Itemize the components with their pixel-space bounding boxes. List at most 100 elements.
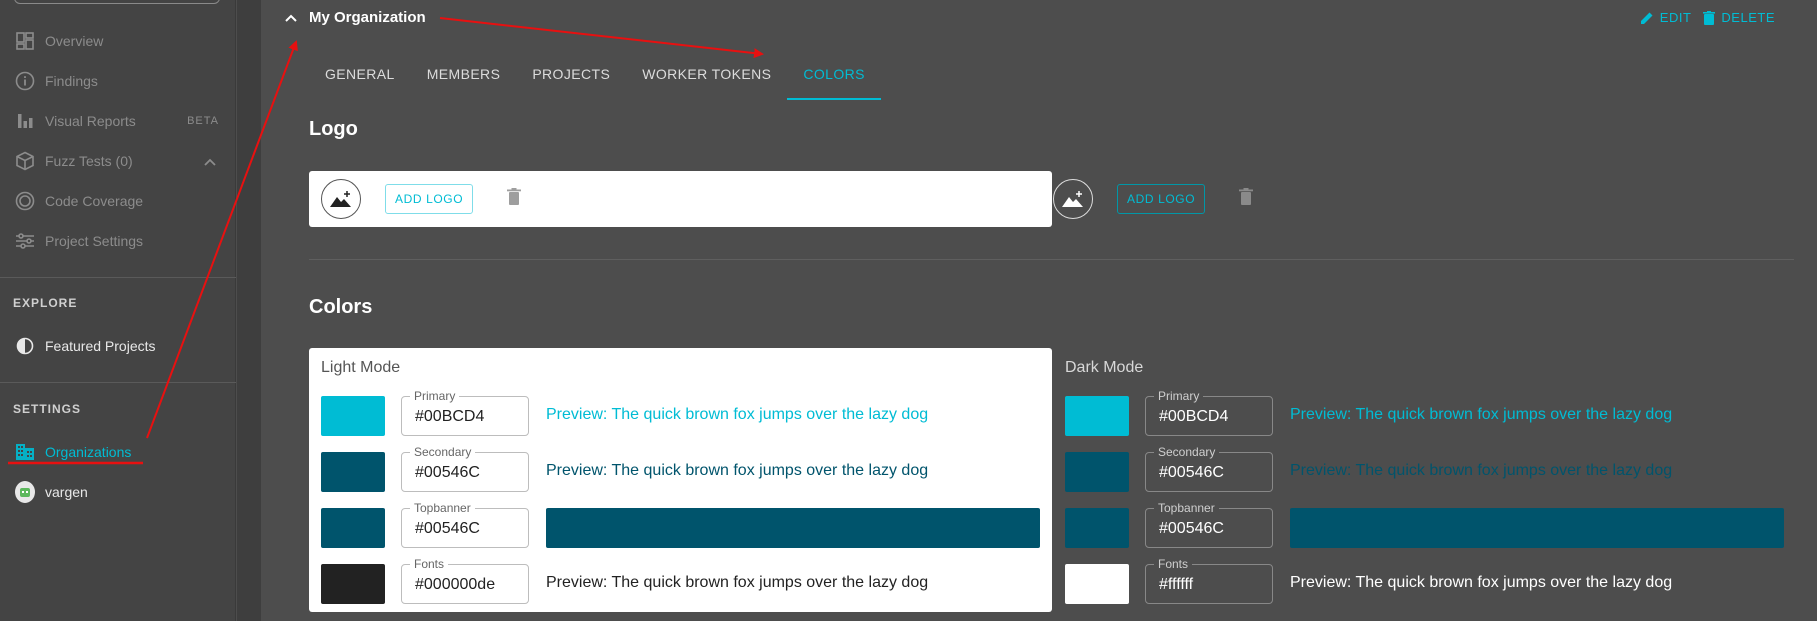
delete-button[interactable]: DELETE [1703, 10, 1775, 25]
color-field-fonts[interactable]: Fonts #ffffff [1145, 557, 1273, 604]
sidebar-item-project-settings[interactable]: Project Settings [0, 221, 236, 261]
color-field-secondary[interactable]: Secondary #00546C [401, 445, 529, 492]
sidebar-item-findings[interactable]: Findings [0, 61, 236, 101]
color-swatch[interactable] [1065, 452, 1129, 492]
color-swatch[interactable] [1065, 508, 1129, 548]
color-preview: Preview: The quick brown fox jumps over … [1290, 462, 1673, 479]
color-swatch[interactable] [1065, 564, 1129, 604]
coverage-icon [15, 191, 35, 211]
sidebar-project-selector[interactable] [14, 0, 220, 4]
add-photo-icon [1062, 191, 1083, 207]
pencil-icon [1640, 12, 1653, 24]
color-row-fonts: Fonts #000000de Preview: The quick brown… [321, 557, 1041, 604]
section-divider [309, 259, 1794, 260]
edit-button[interactable]: EDIT [1640, 10, 1692, 25]
color-swatch[interactable] [321, 508, 385, 548]
color-preview: Preview: The quick brown fox jumps over … [546, 574, 929, 591]
color-row-secondary: Secondary #00546C Preview: The quick bro… [1065, 445, 1785, 492]
light-mode-title: Light Mode [321, 359, 401, 376]
color-field-fonts[interactable]: Fonts #000000de [401, 557, 529, 604]
tab-colors[interactable]: COLORS [787, 58, 881, 100]
color-row-primary: Primary #00BCD4 Preview: The quick brown… [321, 389, 1041, 436]
bar-chart-icon [15, 111, 35, 131]
add-photo-icon [330, 191, 351, 207]
field-label: Topbanner [410, 501, 475, 515]
add-logo-button[interactable]: ADD LOGO [385, 184, 474, 214]
field-value: #00546C [415, 464, 480, 481]
dark-mode-panel: Dark Mode Primary #00BCD4 Preview: The q… [1053, 348, 1796, 612]
sidebar-item-featured-projects[interactable]: Featured Projects [0, 326, 236, 366]
add-logo-button[interactable]: ADD LOGO [1117, 184, 1206, 214]
color-preview: Preview: The quick brown fox jumps over … [1290, 406, 1673, 423]
colors-heading: Colors [309, 296, 373, 318]
color-row-fonts: Fonts #ffffff Preview: The quick brown f… [1065, 557, 1785, 604]
field-value: #000000de [415, 576, 496, 593]
sidebar-item-user[interactable]: vargen [0, 472, 236, 512]
sidebar-item-code-coverage[interactable]: Code Coverage [0, 181, 236, 221]
light-mode-panel: Light Mode Primary #00BCD4 Preview: The … [309, 348, 1052, 612]
trash-icon[interactable] [1239, 187, 1254, 211]
tab-worker-tokens[interactable]: WORKER TOKENS [626, 58, 787, 100]
color-swatch[interactable] [321, 564, 385, 604]
trash-icon[interactable] [507, 187, 522, 211]
org-header[interactable]: My Organization [285, 9, 426, 26]
color-field-primary[interactable]: Primary #00BCD4 [1145, 389, 1273, 436]
main-content: My Organization EDIT DELETE GENERAL MEMB… [261, 0, 1817, 621]
color-swatch[interactable] [321, 396, 385, 436]
color-field-secondary[interactable]: Secondary #00546C [1145, 445, 1273, 492]
logo-placeholder[interactable] [321, 179, 361, 219]
chevron-up-icon[interactable] [204, 153, 216, 169]
contrast-icon [15, 336, 35, 356]
sidebar-item-label: Project Settings [45, 233, 144, 249]
dashboard-icon [15, 31, 35, 51]
field-label: Secondary [410, 445, 476, 459]
color-field-primary[interactable]: Primary #00BCD4 [401, 389, 529, 436]
sidebar-item-label: Featured Projects [45, 338, 156, 354]
org-name: My Organization [309, 9, 426, 26]
avatar-wrapper [15, 481, 35, 503]
color-swatch[interactable] [1065, 396, 1129, 436]
color-field-topbanner[interactable]: Topbanner #00546C [401, 501, 529, 548]
logo-panel-dark: ADD LOGO [1053, 171, 1653, 227]
field-label: Fonts [1154, 557, 1193, 571]
field-value: #00546C [1159, 464, 1224, 481]
field-label: Topbanner [1154, 501, 1219, 515]
field-value: #00BCD4 [1159, 408, 1229, 425]
field-label: Fonts [410, 557, 449, 571]
trash-icon [1703, 10, 1716, 25]
sidebar-item-label: Fuzz Tests (0) [45, 153, 133, 169]
sidebar-item-organizations[interactable]: Organizations [0, 432, 236, 472]
topbanner-preview [1290, 508, 1784, 548]
dark-mode-title: Dark Mode [1065, 359, 1144, 376]
logo-placeholder[interactable] [1053, 179, 1093, 219]
field-value: #00546C [1159, 520, 1224, 537]
building-icon [15, 442, 35, 462]
sidebar-item-label: Overview [45, 33, 104, 49]
color-preview: Preview: The quick brown fox jumps over … [1290, 574, 1673, 591]
sidebar-item-label: Organizations [45, 444, 132, 460]
logo-panel-light: ADD LOGO [309, 171, 1052, 227]
explore-heading: EXPLORE [13, 296, 78, 310]
info-icon [15, 71, 35, 91]
field-label: Primary [1154, 389, 1204, 403]
sidebar-item-fuzz-tests[interactable]: Fuzz Tests (0) [0, 141, 236, 181]
tab-general[interactable]: GENERAL [309, 58, 411, 100]
color-field-topbanner[interactable]: Topbanner #00546C [1145, 501, 1273, 548]
field-label: Primary [410, 389, 460, 403]
field-value: #00546C [415, 520, 480, 537]
sliders-icon [15, 231, 35, 251]
sidebar-item-visual-reports[interactable]: Visual Reports BETA [0, 101, 236, 141]
field-label: Secondary [1154, 445, 1220, 459]
field-value: #00BCD4 [415, 408, 485, 425]
chevron-up-icon[interactable] [285, 9, 297, 26]
tab-projects[interactable]: PROJECTS [516, 58, 626, 100]
sidebar-item-label: Findings [45, 73, 98, 89]
logo-heading: Logo [309, 118, 358, 140]
sidebar-item-overview[interactable]: Overview [0, 21, 236, 61]
tab-members[interactable]: MEMBERS [411, 58, 517, 100]
sidebar-item-label: Code Coverage [45, 193, 144, 209]
org-tabs: GENERAL MEMBERS PROJECTS WORKER TOKENS C… [309, 58, 881, 100]
beta-badge: BETA [187, 115, 219, 127]
color-swatch[interactable] [321, 452, 385, 492]
color-row-topbanner: Topbanner #00546C [321, 501, 1041, 548]
